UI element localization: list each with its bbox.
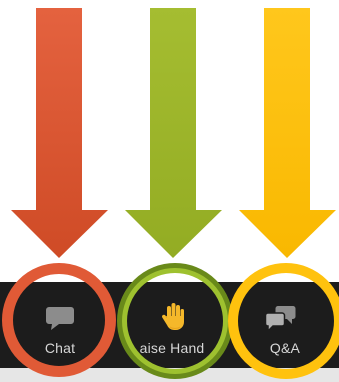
qa-label: Q&A	[269, 340, 301, 356]
arrow-to-raise-hand	[125, 8, 222, 258]
tutorial-screenshot: Chat aise Hand Q&A	[0, 0, 339, 382]
raise-hand-label: aise Hand	[139, 340, 205, 356]
raise-hand-icon	[161, 303, 184, 330]
bottom-border	[0, 368, 339, 382]
arrow-to-qa	[239, 8, 336, 258]
arrow-to-chat	[11, 8, 108, 258]
chat-label: Chat	[44, 340, 76, 356]
qa-button[interactable]: Q&A	[247, 282, 323, 368]
raise-hand-button[interactable]: aise Hand	[126, 282, 218, 368]
annotation-arrows	[11, 8, 336, 258]
qa-bubbles-icon	[264, 306, 296, 333]
chat-button[interactable]: Chat	[22, 282, 98, 368]
chat-bubble-icon	[46, 307, 74, 330]
